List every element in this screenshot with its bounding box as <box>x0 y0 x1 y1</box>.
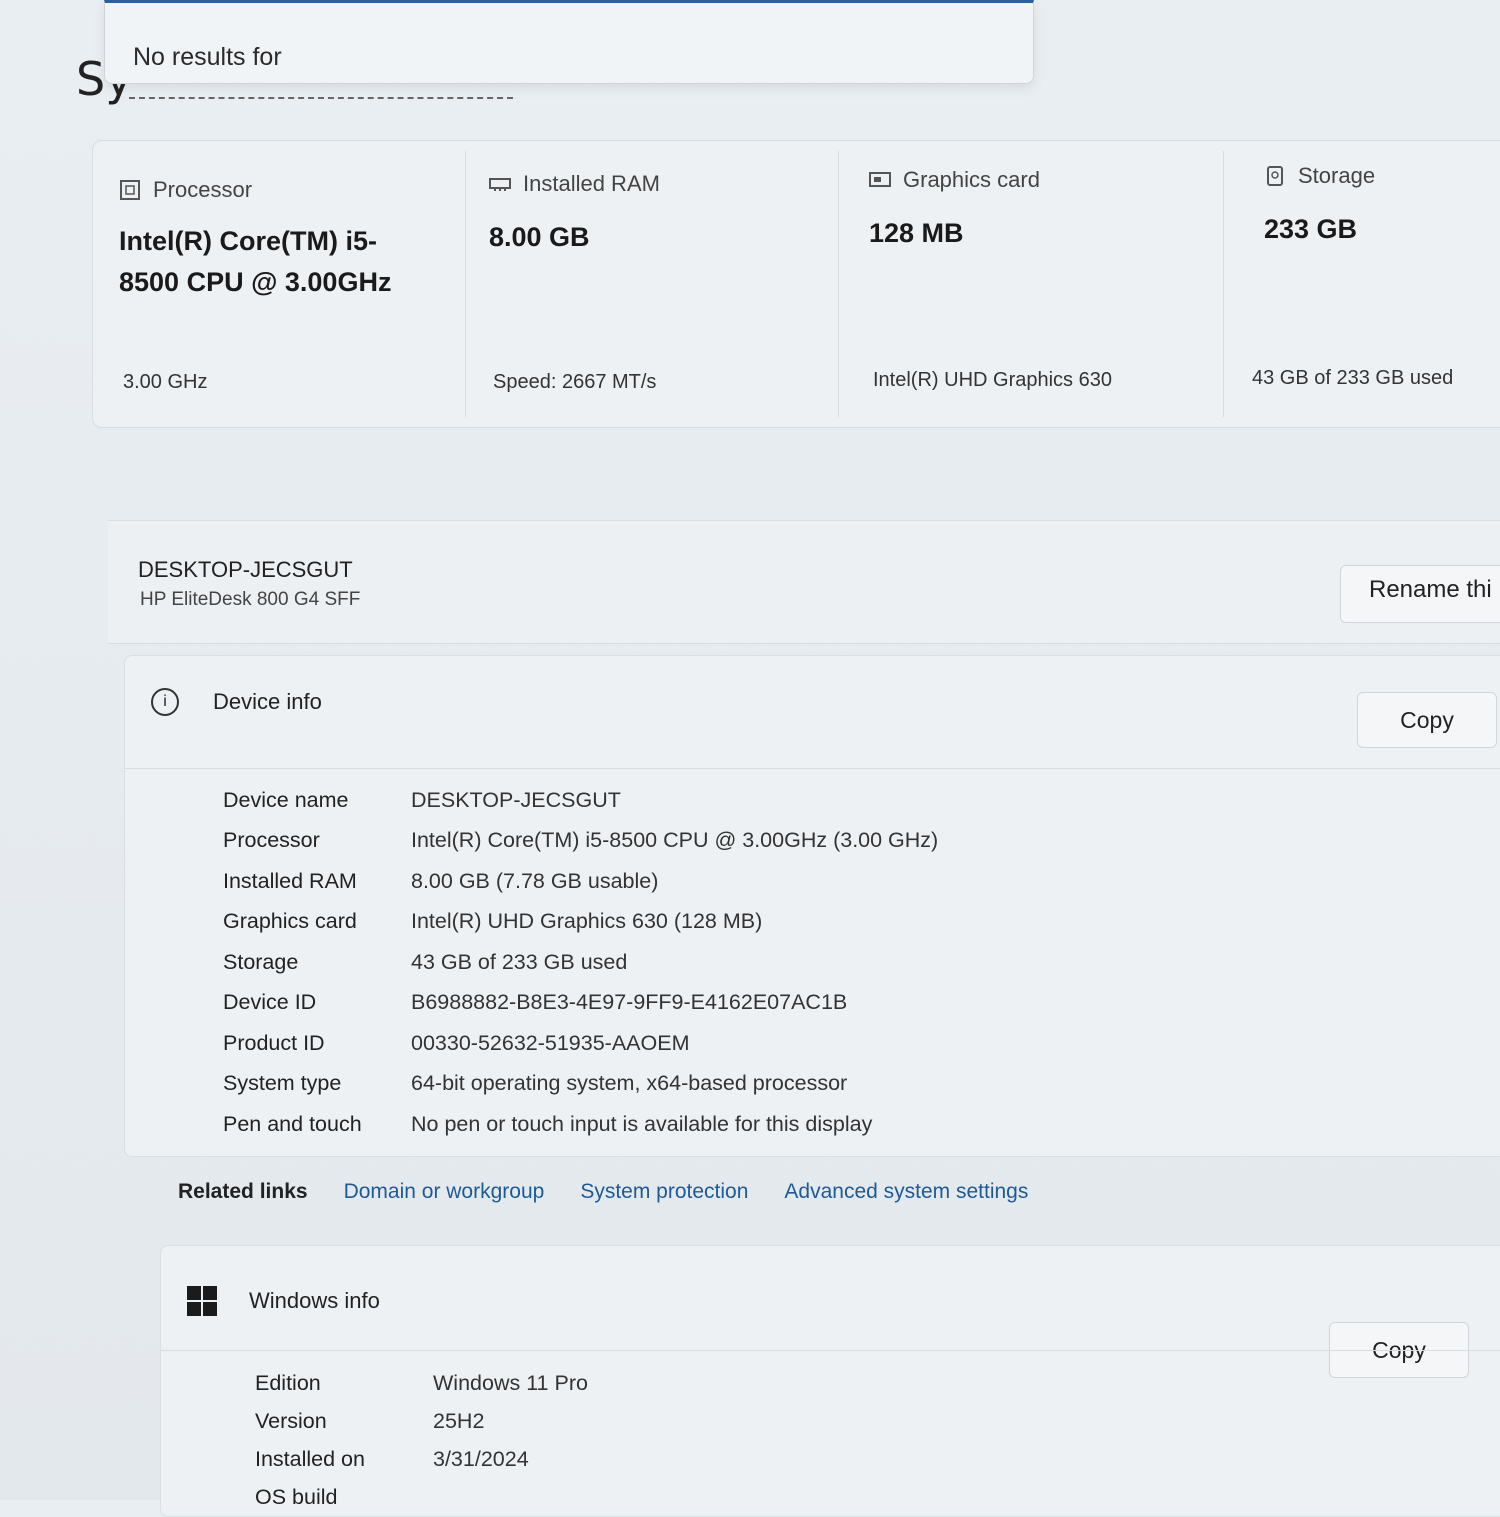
device-specs-table: Device name DESKTOP-JECSGUT Processor Inte… <box>223 780 938 1145</box>
spec-key: Storage <box>223 949 299 974</box>
windows-logo-icon <box>187 1286 217 1316</box>
spec-row: System type 64-bit operating system, x64-… <box>223 1064 938 1105</box>
spec-row: Installed on 3/31/2024 <box>255 1440 588 1478</box>
spec-value: 128 MB <box>869 218 964 248</box>
divider <box>125 768 1500 769</box>
spec-row: Device name DESKTOP-JECSGUT <box>223 780 938 821</box>
graphics-card-icon <box>869 170 891 190</box>
spec-value: 64-bit operating system, x64-based proce… <box>411 1071 848 1096</box>
processor-icon <box>119 180 141 200</box>
spec-key: Graphics card <box>223 909 357 934</box>
divider <box>465 151 466 417</box>
spec-label: Storage <box>1298 163 1376 188</box>
spec-value: 233 GB <box>1264 214 1358 244</box>
spec-key: System type <box>223 1071 342 1096</box>
search-results-dropdown: No results for <box>104 0 1034 99</box>
spec-value: B6988882-B8E3-4E97-9FF9-E4162E07AC1B <box>411 990 848 1015</box>
spec-row: Product ID 00330-52632-51935-AAOEM <box>223 1023 938 1064</box>
spec-label: Installed RAM <box>523 171 660 196</box>
spec-installed-ram: Installed RAM 8.00 GB Speed: 2667 MT/s <box>483 141 823 427</box>
spec-key: Device ID <box>223 990 317 1015</box>
search-query-underline <box>129 97 513 99</box>
spec-key: OS build <box>255 1484 338 1509</box>
spec-row: Graphics card Intel(R) UHD Graphics 630 (… <box>223 902 938 943</box>
spec-value: Intel(R) UHD Graphics 630 (128 MB) <box>411 909 763 934</box>
divider <box>1223 151 1224 417</box>
spec-key: Installed RAM <box>223 868 357 893</box>
device-name: DESKTOP-JECSGUT <box>138 557 353 582</box>
related-links-label: Related links <box>178 1180 308 1203</box>
rename-pc-button[interactable]: Rename thi <box>1340 565 1500 623</box>
windows-info-header[interactable]: Windows info <box>187 1286 380 1316</box>
storage-icon <box>1264 166 1286 186</box>
spec-graphics-card: Graphics card 128 MB Intel(R) UHD Graphi… <box>863 141 1223 427</box>
spec-key: Version <box>255 1408 327 1433</box>
domain-workgroup-link[interactable]: Domain or workgroup <box>344 1180 545 1204</box>
spec-subtext: Speed: 2667 MT/s <box>493 371 657 393</box>
spec-row: Device ID B6988882-B8E3-4E97-9FF9-E4162E0… <box>223 983 938 1024</box>
spec-row: OS build <box>255 1478 588 1516</box>
spec-value: Intel(R) Core(TM) i5-8500 CPU @ 3.00GHz <box>119 226 392 297</box>
copy-device-info-button[interactable]: Copy <box>1357 692 1497 748</box>
spec-subtext: 3.00 GHz <box>123 371 208 393</box>
device-name-card: DESKTOP-JECSGUT HP EliteDesk 800 G4 SFF … <box>108 520 1500 644</box>
divider <box>838 151 839 417</box>
spec-row: Installed RAM 8.00 GB (7.78 GB usable) <box>223 861 938 902</box>
section-title: Device info <box>213 689 322 714</box>
spec-row: Version 25H2 <box>255 1402 588 1440</box>
spec-subtext: 43 GB of 233 GB used <box>1252 367 1454 389</box>
spec-value: 8.00 GB <box>489 222 590 252</box>
windows-specs-table: Edition Windows 11 Pro Version 25H2 Instal… <box>255 1364 588 1516</box>
device-info-section: i Device info Copy Device name DESKTOP-JE… <box>124 655 1500 1157</box>
spec-value: 43 GB of 233 GB used <box>411 949 628 974</box>
divider <box>161 1350 1500 1351</box>
no-results-message: No results for <box>133 43 282 71</box>
device-model: HP EliteDesk 800 G4 SFF <box>140 589 361 610</box>
spec-value: 3/31/2024 <box>433 1446 529 1471</box>
spec-value: 25H2 <box>433 1408 485 1433</box>
spec-value: 8.00 GB (7.78 GB usable) <box>411 868 659 893</box>
spec-value: DESKTOP-JECSGUT <box>411 787 621 812</box>
spec-row: Pen and touch No pen or touch input is av… <box>223 1104 938 1145</box>
spec-row: Processor Intel(R) Core(TM) i5-8500 CPU @… <box>223 821 938 862</box>
spec-key: Installed on <box>255 1446 365 1471</box>
spec-subtext: Intel(R) UHD Graphics 630 <box>873 369 1112 391</box>
spec-key: Device name <box>223 787 349 812</box>
section-title: Windows info <box>249 1288 380 1313</box>
spec-value: No pen or touch input is available for t… <box>411 1111 873 1136</box>
device-specs-card: Processor Intel(R) Core(TM) i5-8500 CPU … <box>92 140 1500 428</box>
info-icon: i <box>151 688 179 716</box>
spec-key: Processor <box>223 828 320 853</box>
spec-storage: Storage 233 GB 43 GB of 233 GB used <box>1252 141 1500 427</box>
spec-value: Intel(R) Core(TM) i5-8500 CPU @ 3.00GHz … <box>411 828 939 853</box>
spec-processor: Processor Intel(R) Core(TM) i5-8500 CPU … <box>113 141 443 427</box>
system-protection-link[interactable]: System protection <box>580 1180 748 1204</box>
ram-icon <box>489 174 511 194</box>
spec-row: Edition Windows 11 Pro <box>255 1364 588 1402</box>
advanced-system-settings-link[interactable]: Advanced system settings <box>784 1180 1028 1204</box>
related-links-bar: Related links Domain or workgroup System… <box>178 1180 1028 1204</box>
spec-key: Edition <box>255 1370 321 1395</box>
spec-label: Graphics card <box>903 167 1040 192</box>
spec-label: Processor <box>153 177 253 202</box>
spec-value: Windows 11 Pro <box>433 1370 588 1395</box>
device-info-header[interactable]: i Device info <box>151 688 322 716</box>
spec-value: 00330-52632-51935-AAOEM <box>411 1030 690 1055</box>
spec-row: Storage 43 GB of 233 GB used <box>223 942 938 983</box>
windows-info-section: Windows info Copy Edition Windows 11 Pro … <box>160 1245 1500 1517</box>
spec-key: Pen and touch <box>223 1111 362 1136</box>
spec-key: Product ID <box>223 1030 325 1055</box>
